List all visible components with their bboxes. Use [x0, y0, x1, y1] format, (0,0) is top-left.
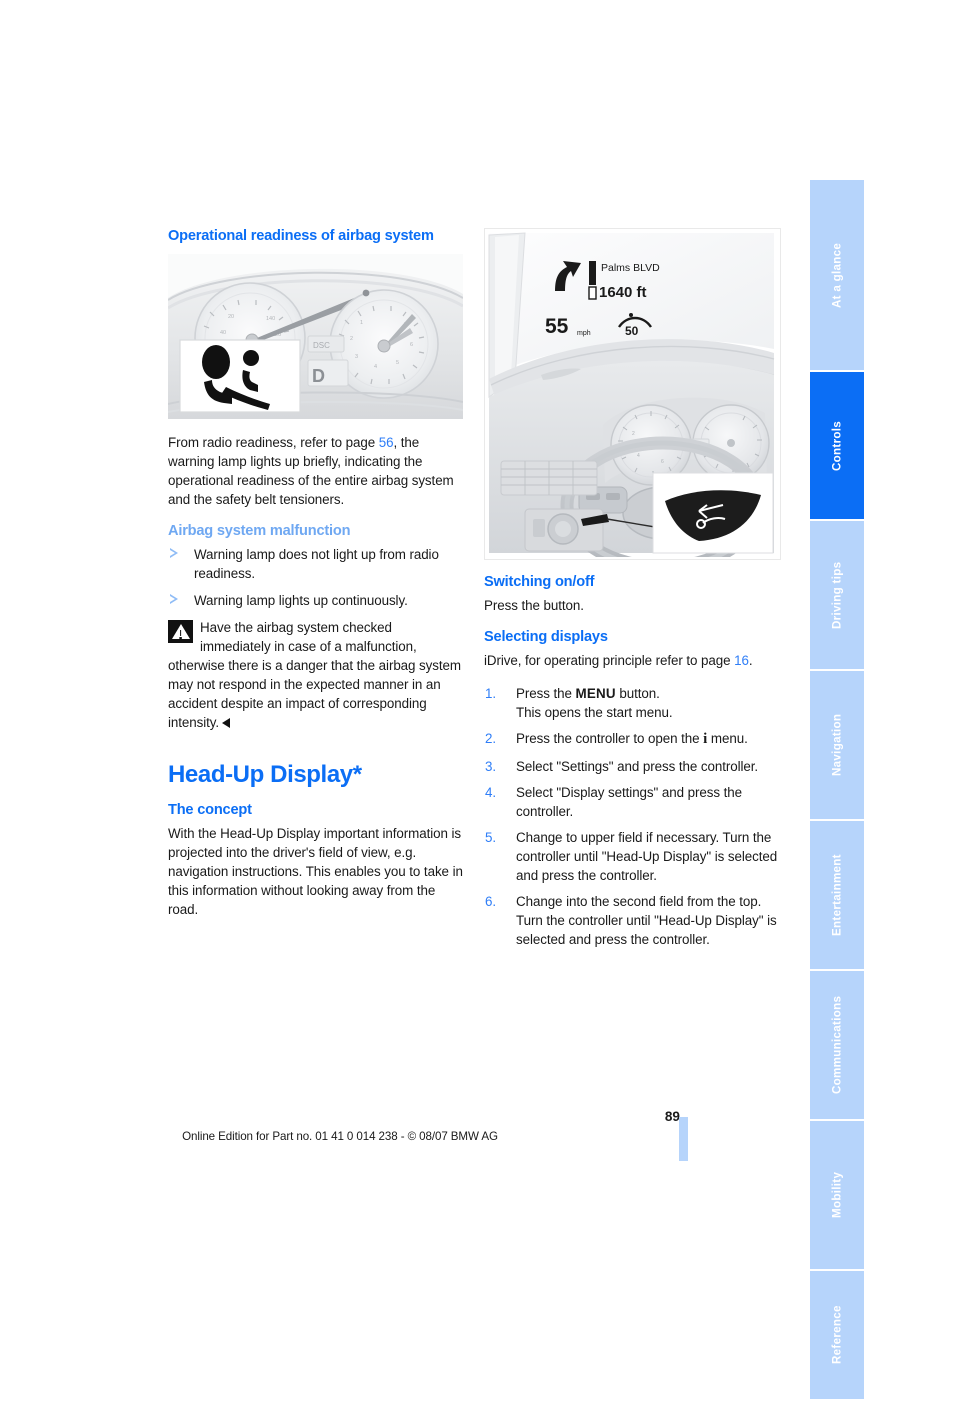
- svg-text:4: 4: [374, 364, 377, 370]
- selecting-intro-paragraph: iDrive, for operating principle refer to…: [484, 651, 779, 670]
- tab-at-a-glance[interactable]: At a glance: [810, 180, 864, 370]
- hud-speed-limit: 50: [625, 324, 639, 338]
- list-item: 6. Change into the second field from the…: [484, 892, 779, 949]
- subtitle-airbag-malfunction: Airbag system malfunction: [168, 522, 351, 539]
- manual-page: Operational readiness of airbag system 2…: [0, 0, 954, 1399]
- step-text: Change into the second field from the to…: [516, 894, 777, 948]
- svg-text:6: 6: [410, 342, 413, 348]
- step-number: 1.: [485, 685, 497, 701]
- tab-communications[interactable]: Communications: [810, 971, 864, 1119]
- step-number: 4.: [485, 785, 497, 801]
- hud-interior-illustration: 24 68 D Palms BLVD 1640 ft 55 mph 50: [485, 229, 778, 557]
- step-text-pre: Press the controller to open the: [516, 730, 704, 746]
- head-up-display-figure: 24 68 D Palms BLVD 1640 ft 55 mph 50: [484, 228, 781, 560]
- step-number: 6.: [485, 894, 497, 910]
- tab-label: Communications: [830, 995, 844, 1095]
- tab-controls[interactable]: Controls: [810, 372, 864, 519]
- warning-text: Have the airbag system checked immediate…: [168, 619, 461, 730]
- step-number: 3.: [485, 758, 497, 774]
- malfunction-bullet-list: Warning lamp does not light up from radi…: [168, 545, 463, 610]
- tab-label: Driving tips: [830, 561, 844, 629]
- step-text-pre: Press the: [516, 685, 576, 701]
- page-number-bar: [679, 1117, 688, 1161]
- svg-text:D: D: [312, 366, 325, 386]
- left-column: Operational readiness of airbag system 2…: [168, 228, 463, 919]
- triangle-bullet-icon: [170, 593, 178, 604]
- selecting-intro-part2: .: [748, 652, 753, 668]
- intro-part1: From radio readiness, refer to page: [168, 434, 379, 450]
- list-item: Warning lamp lights up continuously.: [168, 591, 463, 610]
- triangle-bullet-icon: [170, 547, 178, 558]
- subtitle-switching-on-off: Switching on/off: [484, 574, 595, 590]
- step-text-line2: This opens the start menu.: [516, 704, 673, 720]
- list-item: 1. Press the MENU button. This opens the…: [484, 684, 779, 722]
- hud-street-name: Palms BLVD: [601, 262, 660, 274]
- svg-text:6: 6: [661, 459, 664, 465]
- tab-label: Reference: [830, 1305, 844, 1365]
- bullet-text: Warning lamp does not light up from radi…: [194, 546, 439, 581]
- list-item: 2. Press the controller to open the i me…: [484, 729, 779, 750]
- svg-text:2: 2: [350, 336, 353, 342]
- hud-distance: 1640 ft: [599, 284, 647, 301]
- list-item: 4. Select "Display settings" and press t…: [484, 783, 779, 821]
- hud-speed-unit: mph: [577, 330, 591, 337]
- svg-text:3: 3: [355, 354, 358, 360]
- menu-button-label: MENU: [575, 685, 616, 701]
- tab-label: At a glance: [830, 242, 844, 308]
- bullet-text: Warning lamp lights up continuously.: [194, 592, 408, 608]
- svg-text:1: 1: [360, 320, 363, 326]
- tab-mobility[interactable]: Mobility: [810, 1121, 864, 1269]
- svg-text:DSC: DSC: [313, 341, 330, 350]
- tab-driving-tips[interactable]: Driving tips: [810, 521, 864, 669]
- section-title-airbag-readiness: Operational readiness of airbag system: [168, 228, 434, 244]
- tab-reference[interactable]: Reference: [810, 1271, 864, 1399]
- tab-navigation[interactable]: Navigation: [810, 671, 864, 819]
- tab-entertainment[interactable]: Entertainment: [810, 821, 864, 969]
- step-text-post: menu.: [707, 730, 748, 746]
- list-item: 3. Select "Settings" and press the contr…: [484, 757, 779, 776]
- warning-triangle-icon: [168, 619, 193, 643]
- page-title-head-up-display: Head-Up Display*: [168, 760, 362, 788]
- subtitle-selecting-displays: Selecting displays: [484, 628, 608, 645]
- footer-imprint: Online Edition for Part no. 01 41 0 014 …: [182, 1130, 498, 1143]
- page-number: 89: [664, 1109, 680, 1124]
- hud-speed: 55: [545, 315, 569, 338]
- chapter-tab-rail: At a glance Controls Driving tips Naviga…: [810, 180, 864, 1401]
- svg-text:40: 40: [220, 330, 226, 336]
- switching-paragraph: Press the button.: [484, 597, 584, 613]
- tab-label: Navigation: [830, 713, 844, 777]
- step-number: 5.: [485, 830, 497, 846]
- selecting-intro-part1: iDrive, for operating principle refer to…: [484, 652, 735, 668]
- step-text: Select "Settings" and press the controll…: [516, 758, 759, 774]
- end-of-section-marker: [222, 717, 231, 728]
- step-text: Select "Display settings" and press the …: [516, 785, 742, 820]
- tab-label: Controls: [830, 420, 844, 471]
- subtitle-the-concept: The concept: [168, 802, 252, 819]
- svg-text:5: 5: [396, 360, 399, 366]
- svg-text:2: 2: [632, 431, 635, 437]
- warning-block: Have the airbag system checked immediate…: [168, 618, 463, 732]
- step-text: Change to upper field if necessary. Turn…: [516, 830, 778, 884]
- list-item: Warning lamp does not light up from radi…: [168, 545, 463, 583]
- tab-label: Mobility: [830, 1171, 844, 1219]
- step-text-post: button.: [615, 685, 660, 701]
- concept-paragraph: With the Head-Up Display important infor…: [168, 826, 463, 918]
- step-number: 2.: [485, 730, 497, 746]
- right-column: 24 68 D Palms BLVD 1640 ft 55 mph 50 Swi…: [484, 228, 781, 956]
- instrument-cluster-figure: 2040 6080 100120 140: [168, 253, 463, 419]
- selecting-displays-steps: 1. Press the MENU button. This opens the…: [484, 684, 779, 950]
- svg-text:20: 20: [228, 314, 234, 320]
- page-reference-56[interactable]: 56: [379, 435, 394, 450]
- list-item: 5. Change to upper field if necessary. T…: [484, 828, 779, 885]
- svg-text:140: 140: [266, 316, 275, 322]
- svg-text:4: 4: [637, 453, 640, 459]
- page-reference-16[interactable]: 16: [734, 653, 749, 668]
- tab-label: Entertainment: [830, 854, 844, 936]
- intro-paragraph: From radio readiness, refer to page 56, …: [168, 433, 463, 509]
- instrument-cluster-illustration: 2040 6080 100120 140: [168, 253, 463, 419]
